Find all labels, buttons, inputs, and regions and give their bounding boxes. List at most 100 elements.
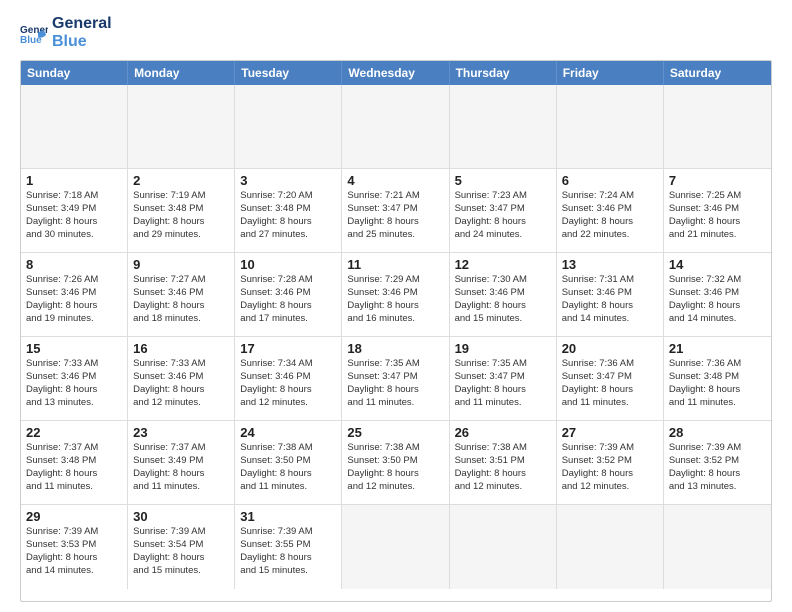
sunrise: Sunrise: 7:33 AM	[133, 358, 229, 371]
daylight: Daylight: 8 hours	[133, 216, 229, 229]
daylight2: and 16 minutes.	[347, 313, 443, 326]
sunset: Sunset: 3:55 PM	[240, 539, 336, 552]
sunrise: Sunrise: 7:38 AM	[455, 442, 551, 455]
cal-cell-4-5: 27 Sunrise: 7:39 AM Sunset: 3:52 PM Dayl…	[557, 421, 664, 504]
header-sunday: Sunday	[21, 61, 128, 85]
daylight: Daylight: 8 hours	[347, 300, 443, 313]
daylight2: and 18 minutes.	[133, 313, 229, 326]
sunset: Sunset: 3:50 PM	[347, 455, 443, 468]
day-number: 6	[562, 173, 658, 188]
daylight2: and 30 minutes.	[26, 229, 122, 242]
cal-cell-3-4: 19 Sunrise: 7:35 AM Sunset: 3:47 PM Dayl…	[450, 337, 557, 420]
sunrise: Sunrise: 7:27 AM	[133, 274, 229, 287]
daylight: Daylight: 8 hours	[240, 300, 336, 313]
daylight: Daylight: 8 hours	[240, 468, 336, 481]
day-number: 1	[26, 173, 122, 188]
daylight2: and 11 minutes.	[240, 481, 336, 494]
day-number: 18	[347, 341, 443, 356]
calendar-body: 1 Sunrise: 7:18 AM Sunset: 3:49 PM Dayli…	[21, 85, 771, 589]
cal-cell-2-6: 14 Sunrise: 7:32 AM Sunset: 3:46 PM Dayl…	[664, 253, 771, 336]
day-number: 20	[562, 341, 658, 356]
sunrise: Sunrise: 7:37 AM	[26, 442, 122, 455]
cal-cell-3-6: 21 Sunrise: 7:36 AM Sunset: 3:48 PM Dayl…	[664, 337, 771, 420]
day-number: 28	[669, 425, 766, 440]
sunrise: Sunrise: 7:34 AM	[240, 358, 336, 371]
cal-cell-5-6	[664, 505, 771, 589]
daylight: Daylight: 8 hours	[562, 300, 658, 313]
daylight: Daylight: 8 hours	[133, 300, 229, 313]
daylight2: and 14 minutes.	[669, 313, 766, 326]
cal-cell-5-2: 31 Sunrise: 7:39 AM Sunset: 3:55 PM Dayl…	[235, 505, 342, 589]
day-number: 14	[669, 257, 766, 272]
week-row-4: 22 Sunrise: 7:37 AM Sunset: 3:48 PM Dayl…	[21, 421, 771, 505]
sunrise: Sunrise: 7:33 AM	[26, 358, 122, 371]
day-number: 16	[133, 341, 229, 356]
sunset: Sunset: 3:47 PM	[455, 371, 551, 384]
day-number: 19	[455, 341, 551, 356]
sunset: Sunset: 3:46 PM	[562, 287, 658, 300]
sunset: Sunset: 3:48 PM	[669, 371, 766, 384]
cal-cell-4-3: 25 Sunrise: 7:38 AM Sunset: 3:50 PM Dayl…	[342, 421, 449, 504]
cal-cell-1-0: 1 Sunrise: 7:18 AM Sunset: 3:49 PM Dayli…	[21, 169, 128, 252]
logo-blue: Blue	[52, 33, 112, 51]
daylight2: and 15 minutes.	[133, 565, 229, 578]
cal-cell-1-6: 7 Sunrise: 7:25 AM Sunset: 3:46 PM Dayli…	[664, 169, 771, 252]
daylight: Daylight: 8 hours	[455, 300, 551, 313]
daylight: Daylight: 8 hours	[455, 216, 551, 229]
daylight2: and 11 minutes.	[347, 397, 443, 410]
cal-cell-2-0: 8 Sunrise: 7:26 AM Sunset: 3:46 PM Dayli…	[21, 253, 128, 336]
daylight2: and 13 minutes.	[26, 397, 122, 410]
daylight2: and 29 minutes.	[133, 229, 229, 242]
day-number: 21	[669, 341, 766, 356]
cal-cell-0-5	[557, 85, 664, 168]
calendar-page: General Blue General Blue Sunday Monday …	[0, 0, 792, 612]
week-row-3: 15 Sunrise: 7:33 AM Sunset: 3:46 PM Dayl…	[21, 337, 771, 421]
cal-cell-5-5	[557, 505, 664, 589]
cal-cell-4-2: 24 Sunrise: 7:38 AM Sunset: 3:50 PM Dayl…	[235, 421, 342, 504]
day-number: 5	[455, 173, 551, 188]
day-number: 17	[240, 341, 336, 356]
daylight: Daylight: 8 hours	[455, 384, 551, 397]
day-number: 2	[133, 173, 229, 188]
daylight2: and 12 minutes.	[347, 481, 443, 494]
sunset: Sunset: 3:46 PM	[240, 287, 336, 300]
daylight: Daylight: 8 hours	[240, 384, 336, 397]
week-row-2: 8 Sunrise: 7:26 AM Sunset: 3:46 PM Dayli…	[21, 253, 771, 337]
day-number: 4	[347, 173, 443, 188]
header: General Blue General Blue	[20, 15, 772, 50]
calendar: Sunday Monday Tuesday Wednesday Thursday…	[20, 60, 772, 602]
daylight2: and 17 minutes.	[240, 313, 336, 326]
day-number: 8	[26, 257, 122, 272]
daylight: Daylight: 8 hours	[133, 384, 229, 397]
daylight: Daylight: 8 hours	[26, 384, 122, 397]
daylight2: and 14 minutes.	[26, 565, 122, 578]
sunset: Sunset: 3:46 PM	[669, 287, 766, 300]
header-monday: Monday	[128, 61, 235, 85]
sunrise: Sunrise: 7:39 AM	[562, 442, 658, 455]
daylight2: and 11 minutes.	[455, 397, 551, 410]
sunrise: Sunrise: 7:38 AM	[347, 442, 443, 455]
logo-icon: General Blue	[20, 19, 48, 47]
header-wednesday: Wednesday	[342, 61, 449, 85]
daylight2: and 11 minutes.	[133, 481, 229, 494]
sunrise: Sunrise: 7:23 AM	[455, 190, 551, 203]
sunrise: Sunrise: 7:21 AM	[347, 190, 443, 203]
sunrise: Sunrise: 7:32 AM	[669, 274, 766, 287]
daylight2: and 12 minutes.	[240, 397, 336, 410]
cal-cell-2-3: 11 Sunrise: 7:29 AM Sunset: 3:46 PM Dayl…	[342, 253, 449, 336]
sunrise: Sunrise: 7:29 AM	[347, 274, 443, 287]
daylight2: and 11 minutes.	[669, 397, 766, 410]
sunset: Sunset: 3:46 PM	[669, 203, 766, 216]
cal-cell-1-1: 2 Sunrise: 7:19 AM Sunset: 3:48 PM Dayli…	[128, 169, 235, 252]
day-number: 24	[240, 425, 336, 440]
daylight: Daylight: 8 hours	[26, 552, 122, 565]
daylight: Daylight: 8 hours	[562, 216, 658, 229]
day-number: 25	[347, 425, 443, 440]
daylight2: and 12 minutes.	[455, 481, 551, 494]
cal-cell-2-2: 10 Sunrise: 7:28 AM Sunset: 3:46 PM Dayl…	[235, 253, 342, 336]
sunrise: Sunrise: 7:26 AM	[26, 274, 122, 287]
daylight: Daylight: 8 hours	[26, 468, 122, 481]
sunset: Sunset: 3:47 PM	[347, 203, 443, 216]
cal-cell-5-4	[450, 505, 557, 589]
daylight: Daylight: 8 hours	[669, 468, 766, 481]
